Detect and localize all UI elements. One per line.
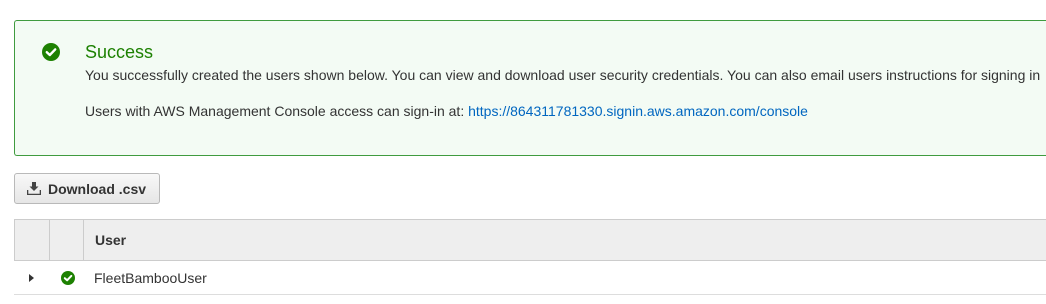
table-header: User [14, 219, 1046, 261]
create-user-success-page: Success You successfully created the use… [0, 0, 1046, 304]
column-divider [49, 220, 50, 260]
download-icon [27, 182, 41, 195]
success-alert: Success You successfully created the use… [14, 20, 1046, 156]
signin-prefix: Users with AWS Management Console access… [85, 103, 469, 119]
alert-title: Success [85, 42, 154, 62]
alert-message: You successfully created the users shown… [85, 67, 1041, 83]
download-csv-button[interactable]: Download .csv [14, 173, 160, 204]
column-divider [83, 220, 84, 260]
users-table: User FleetBambooUser [14, 219, 1046, 295]
signin-info: Users with AWS Management Console access… [85, 103, 808, 119]
user-name-cell: FleetBambooUser [94, 270, 207, 286]
caret-right-icon[interactable] [29, 274, 34, 282]
table-row: FleetBambooUser [14, 261, 1046, 295]
column-header-user[interactable]: User [95, 232, 126, 248]
download-csv-label: Download .csv [48, 180, 147, 197]
check-circle-icon [61, 271, 75, 285]
check-circle-icon [42, 43, 60, 61]
signin-url-link[interactable]: https://864311781330.signin.aws.amazon.c… [468, 103, 808, 119]
